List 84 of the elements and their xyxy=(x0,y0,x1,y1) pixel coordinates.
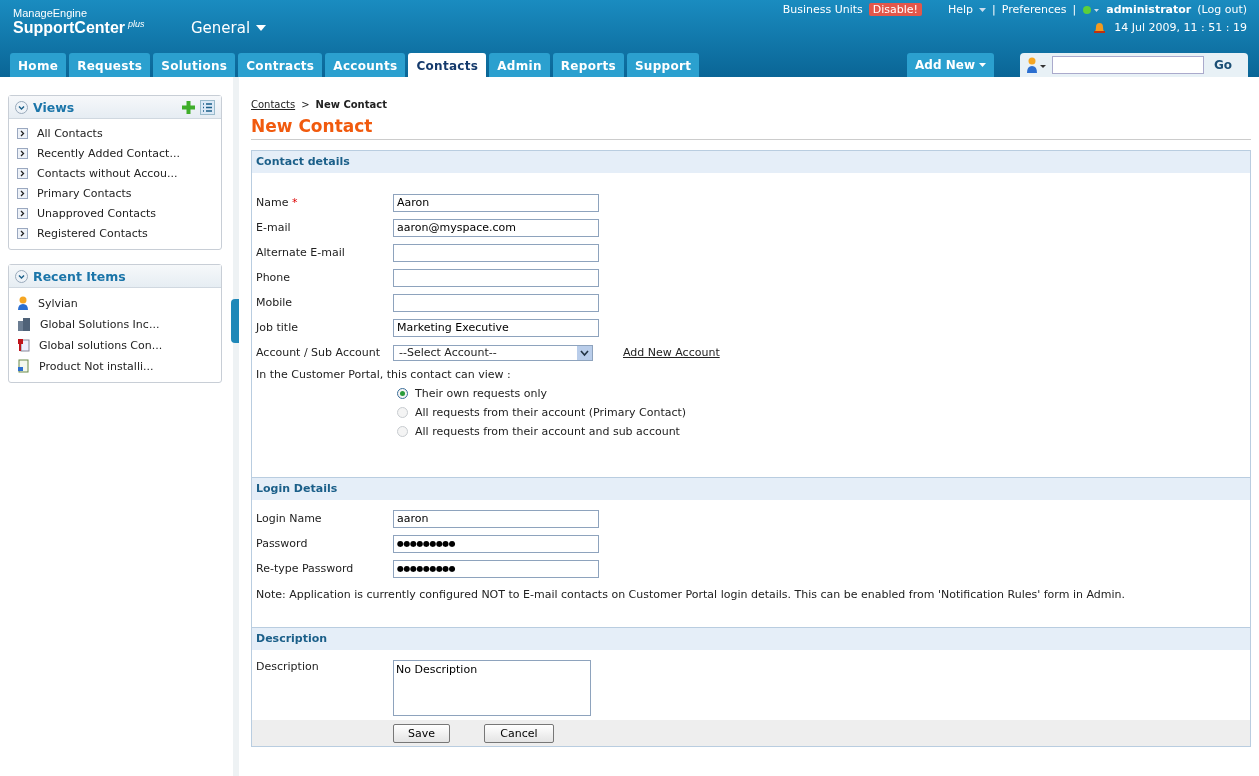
search-field[interactable] xyxy=(1052,56,1204,74)
status-icon[interactable] xyxy=(1082,4,1101,15)
chevron-icon xyxy=(17,208,28,219)
document-icon xyxy=(17,359,30,373)
password-field[interactable]: ●●●●●●●●● xyxy=(393,534,599,553)
field-label: Name * xyxy=(256,196,299,209)
text-field[interactable] xyxy=(393,243,599,262)
breadcrumb-separator: > xyxy=(301,99,310,110)
field-label: Re-type Password xyxy=(256,562,355,575)
nav-tab[interactable]: Contacts xyxy=(408,53,487,77)
module-selector[interactable]: General xyxy=(191,18,267,38)
bell-icon[interactable] xyxy=(1093,21,1107,34)
view-item[interactable]: Recently Added Contact... xyxy=(17,147,213,160)
breadcrumb-current: New Contact xyxy=(315,99,387,110)
username: administrator xyxy=(1106,3,1192,16)
description-field[interactable]: No Description xyxy=(393,660,591,716)
field-label: Mobile xyxy=(256,296,294,309)
form-button[interactable]: Save xyxy=(393,724,450,743)
go-button[interactable]: Go xyxy=(1208,57,1239,73)
collapse-icon[interactable] xyxy=(15,269,28,283)
view-item[interactable]: Registered Contacts xyxy=(17,227,213,240)
caret-icon[interactable] xyxy=(256,25,267,31)
field-label: Description xyxy=(256,660,320,675)
person-icon xyxy=(17,296,29,310)
view-item[interactable]: Unapproved Contacts xyxy=(17,207,213,220)
field-label: Phone xyxy=(256,271,292,284)
chevron-icon xyxy=(17,148,28,159)
portal-prompt: In the Customer Portal, this contact can view : xyxy=(256,368,512,381)
view-item[interactable]: Primary Contacts xyxy=(17,187,213,200)
account-dropdown[interactable]: --Select Account-- xyxy=(393,344,593,361)
field-label: Account / Sub Account xyxy=(256,346,381,359)
collapse-icon[interactable] xyxy=(15,100,28,114)
date-time: 14 Jul 2009, 11 : 51 : 19 xyxy=(1114,21,1247,34)
breadcrumb-link[interactable]: Contacts xyxy=(251,99,296,110)
chevron-icon xyxy=(17,188,28,199)
recent-item[interactable]: Product Not installi... xyxy=(17,359,213,373)
disable-badge[interactable]: Disable! xyxy=(868,3,922,16)
business-units-label: Business Units xyxy=(782,3,863,16)
add-icon[interactable] xyxy=(182,100,195,114)
text-field[interactable]: aaron xyxy=(393,509,599,528)
text-field[interactable] xyxy=(393,293,599,312)
separator: | xyxy=(1072,3,1077,16)
password-field[interactable]: ●●●●●●●●● xyxy=(393,559,599,578)
preferences-link[interactable]: Preferences xyxy=(1001,3,1067,16)
caret-icon[interactable] xyxy=(979,7,987,12)
building-icon xyxy=(17,317,31,331)
field-label: Password xyxy=(256,537,309,550)
person-icon[interactable] xyxy=(1026,57,1048,73)
form-button[interactable]: Cancel xyxy=(484,724,554,743)
brand-caption: ManageEngine xyxy=(13,7,88,19)
logout-link[interactable]: (Log out) xyxy=(1197,3,1247,16)
panel-title: Recent Items xyxy=(33,268,126,284)
chevron-icon xyxy=(17,128,28,139)
recent-item[interactable]: Sylvian xyxy=(17,296,213,310)
help-menu[interactable]: Help xyxy=(948,3,974,16)
section-header: Contact details xyxy=(252,151,1250,173)
page-title: New Contact xyxy=(251,116,1251,140)
text-field[interactable]: Marketing Executive xyxy=(393,318,599,337)
view-item[interactable]: Contacts without Accou... xyxy=(17,167,213,180)
panel-title: Views xyxy=(33,99,75,115)
field-label: Alternate E-mail xyxy=(256,246,346,259)
field-label: E-mail xyxy=(256,221,292,234)
recent-item[interactable]: Global Solutions Inc... xyxy=(17,317,213,331)
text-field[interactable] xyxy=(393,268,599,287)
section-header: Login Details xyxy=(252,477,1250,500)
chevron-icon xyxy=(17,228,28,239)
recent-item[interactable]: Global solutions Con... xyxy=(17,338,213,352)
text-field[interactable]: aaron@myspace.com xyxy=(393,218,599,237)
collapse-handle[interactable] xyxy=(231,299,239,343)
document-icon xyxy=(17,338,30,352)
text-field[interactable]: Aaron xyxy=(393,193,599,212)
view-item[interactable]: All Contacts xyxy=(17,127,213,140)
chevron-icon xyxy=(17,168,28,179)
separator: | xyxy=(992,3,996,16)
field-label: Login Name xyxy=(256,512,323,525)
add-account-link[interactable]: Add New Account xyxy=(623,346,720,359)
list-icon[interactable] xyxy=(200,99,215,115)
radio-option[interactable]: All requests from their account (Primary Contact) xyxy=(397,406,1246,419)
radio-option[interactable]: Their own requests only xyxy=(397,387,1246,400)
section-header: Description xyxy=(252,627,1250,650)
radio-option[interactable]: All requests from their account and sub account xyxy=(397,425,1246,438)
note-text: Note: Application is currently configured NOT to E-mail contacts on Customer Portal login details. This can be enabled from 'Notification Rules' form in Admin. xyxy=(256,588,1126,601)
caret-icon[interactable] xyxy=(979,63,986,67)
field-label: Job title xyxy=(256,321,299,334)
